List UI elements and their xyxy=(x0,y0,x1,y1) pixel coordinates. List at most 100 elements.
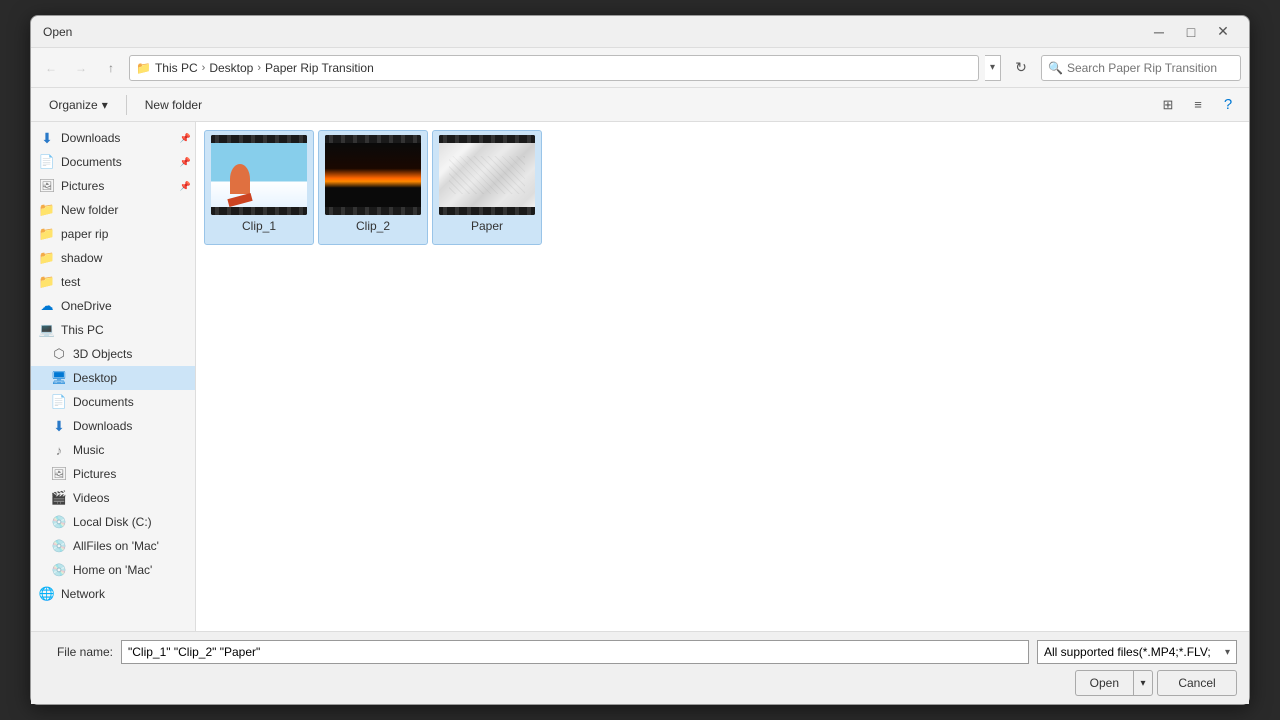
cancel-button[interactable]: Cancel xyxy=(1157,670,1237,696)
open-dialog: Open ─ □ ✕ ← → ↑ 📁 This PC › Desktop › P… xyxy=(30,15,1250,705)
sidebar-label-pictures: Pictures xyxy=(73,467,191,481)
refresh-button[interactable]: ↻ xyxy=(1007,55,1035,81)
breadcrumb-sep2: › xyxy=(257,62,261,74)
downloads-icon2: ⬇ xyxy=(51,418,67,434)
filetype-value: All supported files(*.MP4;*.FLV; xyxy=(1044,645,1211,659)
sidebar-item-documents[interactable]: 📄 Documents xyxy=(31,390,195,414)
sidebar-item-network[interactable]: 🌐 Network xyxy=(31,582,195,606)
sidebar-label-local-disk: Local Disk (C:) xyxy=(73,515,191,529)
sidebar-item-thispc[interactable]: 💻 This PC xyxy=(31,318,195,342)
clip2-preview xyxy=(325,143,421,207)
breadcrumb-sep1: › xyxy=(202,62,206,74)
desktop-icon: 🖥 xyxy=(51,370,67,386)
sidebar-label-thispc: This PC xyxy=(61,323,191,337)
close-button[interactable]: ✕ xyxy=(1209,21,1237,43)
up-button[interactable]: ↑ xyxy=(99,56,123,80)
help-button[interactable]: ? xyxy=(1215,93,1241,117)
toolbar-right: ⊞ ≡ ? xyxy=(1155,93,1241,117)
file-item-clip2[interactable]: Clip_2 xyxy=(318,130,428,245)
onedrive-icon: ☁ xyxy=(39,298,55,314)
filetype-select[interactable]: All supported files(*.MP4;*.FLV; ▾ xyxy=(1037,640,1237,664)
breadcrumb-folder-icon: 📁 xyxy=(136,61,151,75)
back-button[interactable]: ← xyxy=(39,56,63,80)
file-name-paper: Paper xyxy=(437,219,537,233)
sidebar-item-local-disk[interactable]: 💿 Local Disk (C:) xyxy=(31,510,195,534)
sidebar-item-downloads[interactable]: ⬇ Downloads xyxy=(31,414,195,438)
sidebar-label-downloads: Downloads xyxy=(73,419,191,433)
forward-button[interactable]: → xyxy=(69,56,93,80)
organize-arrow: ▾ xyxy=(102,98,108,112)
breadcrumb-dropdown[interactable]: ▾ xyxy=(985,55,1001,81)
sidebar-item-new-folder[interactable]: 📁 New folder xyxy=(31,198,195,222)
filename-label: File name: xyxy=(43,645,113,659)
new-folder-label: New folder xyxy=(145,98,202,112)
downloads-icon: ⬇ xyxy=(39,130,55,146)
sidebar-item-shadow[interactable]: 📁 shadow xyxy=(31,246,195,270)
open-button[interactable]: Open xyxy=(1075,670,1133,696)
filename-input[interactable] xyxy=(121,640,1029,664)
dialog-title: Open xyxy=(43,25,72,39)
pictures-icon2: 🖼 xyxy=(51,466,67,482)
film-strip-clip1 xyxy=(211,135,307,215)
file-item-clip1[interactable]: Clip_1 xyxy=(204,130,314,245)
search-icon: 🔍 xyxy=(1048,61,1063,75)
sidebar-item-home-mac[interactable]: 💿 Home on 'Mac' xyxy=(31,558,195,582)
minimize-button[interactable]: ─ xyxy=(1145,21,1173,43)
sidebar-item-test[interactable]: 📁 test xyxy=(31,270,195,294)
sidebar-item-pictures[interactable]: 🖼 Pictures xyxy=(31,462,195,486)
maximize-button[interactable]: □ xyxy=(1177,21,1205,43)
sidebar-item-documents-quick[interactable]: 📄 Documents 📌 xyxy=(31,150,195,174)
sidebar-item-pictures-quick[interactable]: 🖼 Pictures 📌 xyxy=(31,174,195,198)
home-mac-icon: 💿 xyxy=(51,562,67,578)
sidebar-label-paper-rip: paper rip xyxy=(61,227,191,241)
sidebar-item-desktop[interactable]: 🖥 Desktop xyxy=(31,366,195,390)
sidebar-item-videos[interactable]: 🎬 Videos xyxy=(31,486,195,510)
thispc-icon: 💻 xyxy=(39,322,55,338)
new-folder-button[interactable]: New folder xyxy=(135,93,212,117)
open-dropdown-arrow[interactable]: ▾ xyxy=(1133,670,1153,696)
film-content-paper xyxy=(439,143,535,207)
film-strip-paper xyxy=(439,135,535,215)
disk-icon: 💿 xyxy=(51,514,67,530)
sidebar-label-desktop: Desktop xyxy=(73,371,191,385)
sidebar-label-downloads-quick: Downloads xyxy=(61,131,174,145)
breadcrumb[interactable]: 📁 This PC › Desktop › Paper Rip Transiti… xyxy=(129,55,979,81)
film-content-clip1 xyxy=(211,143,307,207)
breadcrumb-thispc[interactable]: This PC xyxy=(155,61,198,75)
sidebar-item-music[interactable]: ♪ Music xyxy=(31,438,195,462)
search-input[interactable] xyxy=(1067,61,1234,75)
sidebar-label-new-folder: New folder xyxy=(61,203,191,217)
toolbar-separator xyxy=(126,95,127,115)
clip1-preview xyxy=(211,143,307,207)
view-large-icons-button[interactable]: ⊞ xyxy=(1155,93,1181,117)
file-item-paper[interactable]: Paper xyxy=(432,130,542,245)
film-strip-clip2 xyxy=(325,135,421,215)
sidebar-label-pictures-quick: Pictures xyxy=(61,179,174,193)
sidebar-label-3dobjects: 3D Objects xyxy=(73,347,191,361)
videos-icon: 🎬 xyxy=(51,490,67,506)
folder-icon-3: 📁 xyxy=(39,250,55,266)
pin-icon2: 📌 xyxy=(180,157,191,168)
breadcrumb-current[interactable]: Paper Rip Transition xyxy=(265,61,374,75)
sidebar-label-documents: Documents xyxy=(73,395,191,409)
file-name-clip2: Clip_2 xyxy=(323,219,423,233)
sidebar-item-downloads-quick[interactable]: ⬇ Downloads 📌 xyxy=(31,126,195,150)
bottom-area: File name: All supported files(*.MP4;*.F… xyxy=(31,631,1249,704)
sidebar-item-onedrive[interactable]: ☁ OneDrive xyxy=(31,294,195,318)
search-box[interactable]: 🔍 xyxy=(1041,55,1241,81)
pin-icon: 📌 xyxy=(180,133,191,144)
view-details-button[interactable]: ≡ xyxy=(1185,93,1211,117)
title-bar: Open ─ □ ✕ xyxy=(31,16,1249,48)
sidebar-item-paper-rip[interactable]: 📁 paper rip xyxy=(31,222,195,246)
sidebar-item-allfiles-mac[interactable]: 💿 AllFiles on 'Mac' xyxy=(31,534,195,558)
file-area: Clip_1 Clip_2 xyxy=(196,122,1249,631)
sidebar-label-onedrive: OneDrive xyxy=(61,299,191,313)
folder-icon-1: 📁 xyxy=(39,202,55,218)
folder-icon-4: 📁 xyxy=(39,274,55,290)
music-icon: ♪ xyxy=(51,442,67,458)
pin-icon3: 📌 xyxy=(180,181,191,192)
sidebar: ⬇ Downloads 📌 📄 Documents 📌 🖼 Pictures 📌… xyxy=(31,122,196,631)
sidebar-item-3dobjects[interactable]: ⬡ 3D Objects xyxy=(31,342,195,366)
breadcrumb-desktop[interactable]: Desktop xyxy=(209,61,253,75)
organize-button[interactable]: Organize ▾ xyxy=(39,93,118,117)
